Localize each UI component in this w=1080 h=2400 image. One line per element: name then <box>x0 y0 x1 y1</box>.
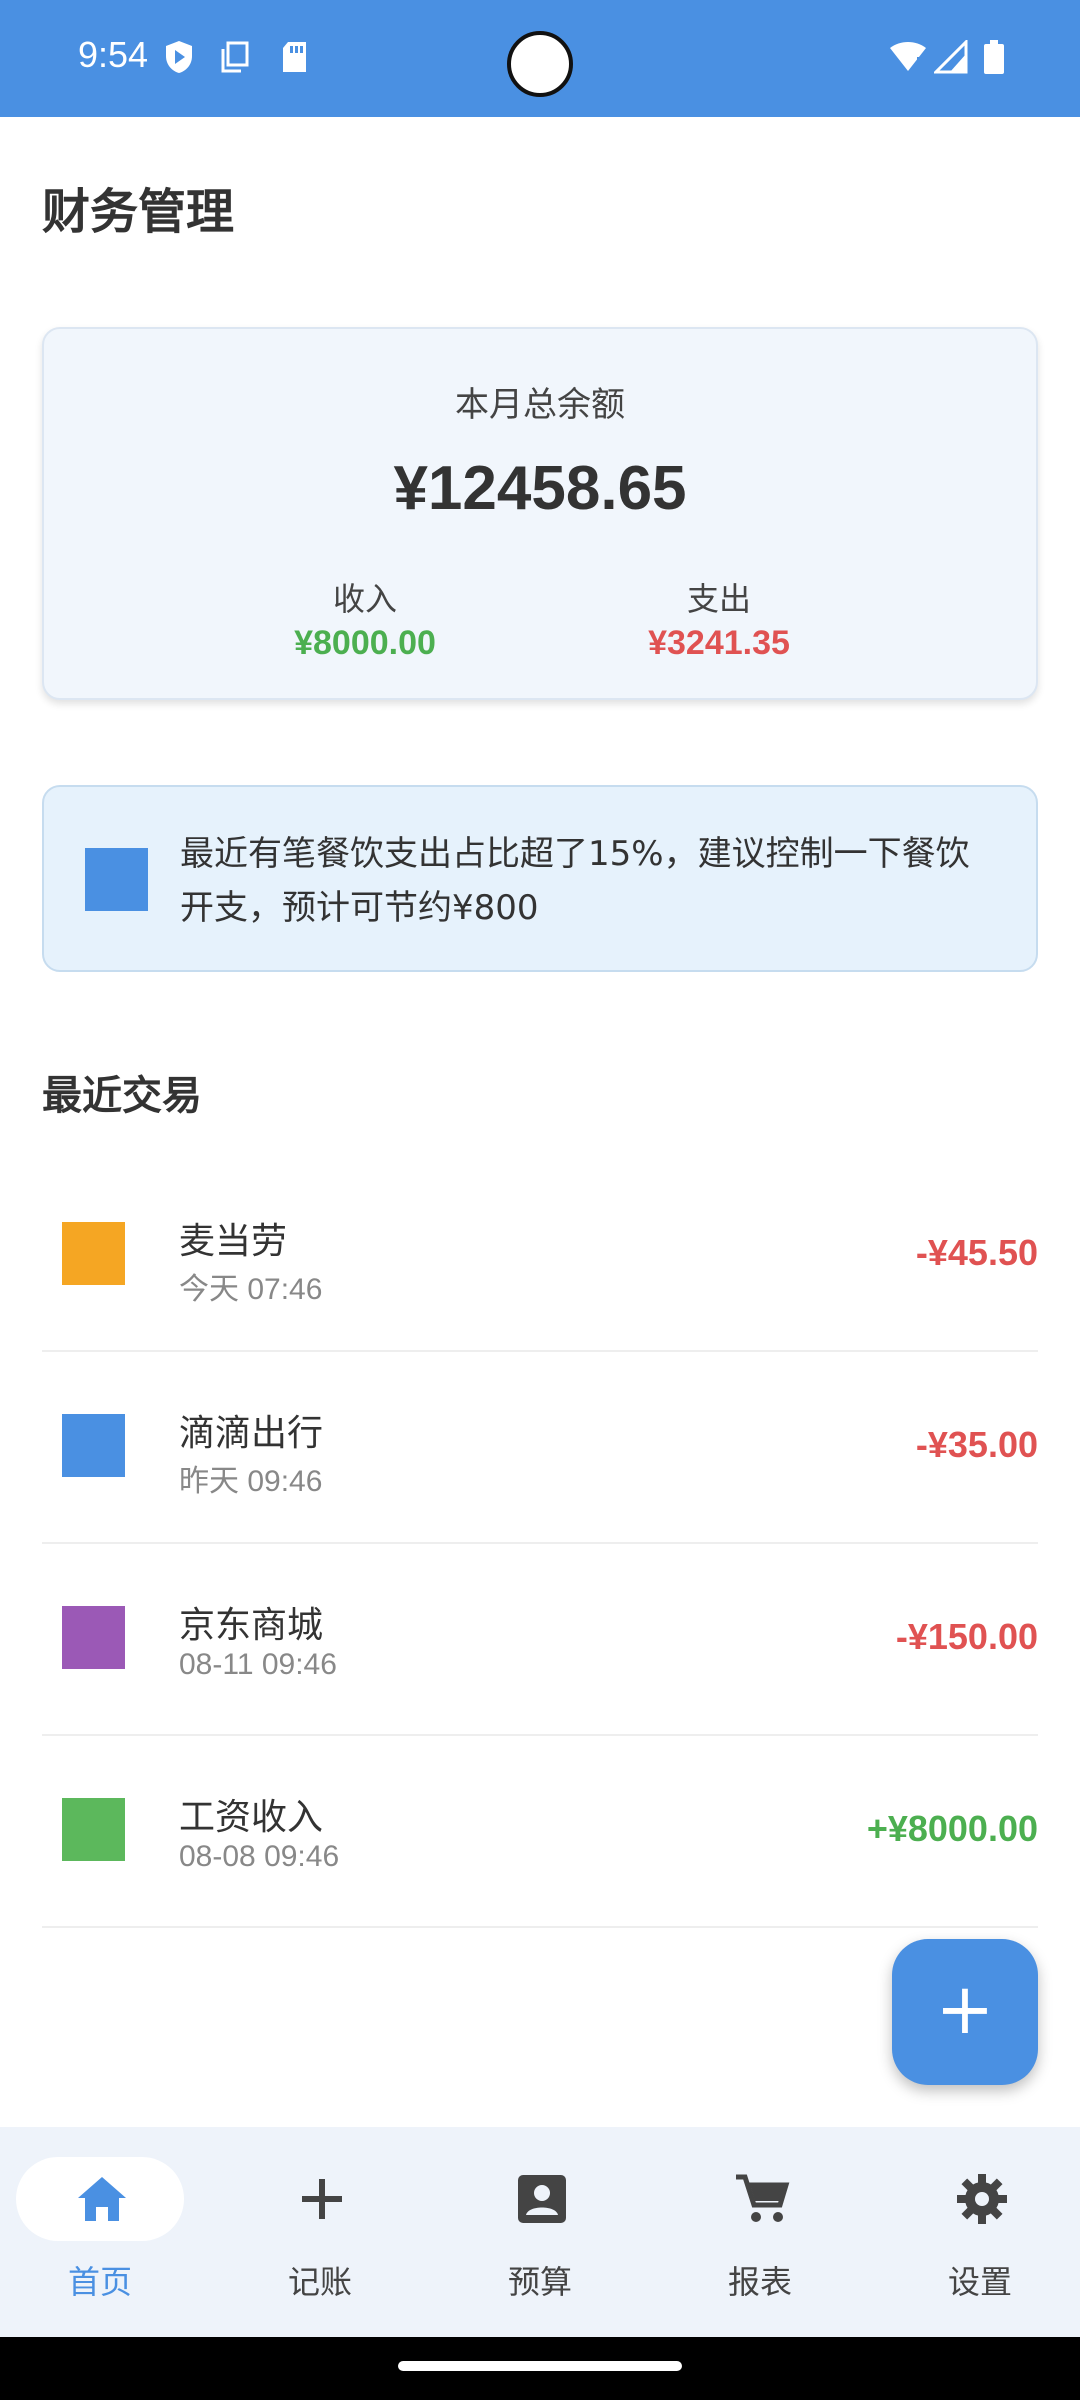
gesture-area <box>0 2337 1080 2400</box>
transaction-row[interactable]: 滴滴出行 昨天 09:46 -¥35.00 <box>42 1352 1038 1544</box>
nav-item-budget[interactable]: 预算 <box>440 2127 656 2337</box>
expense-value: ¥3241.35 <box>648 624 790 662</box>
status-bar: 9:54 <box>0 0 1080 117</box>
transaction-name: 麦当劳 <box>179 1221 288 1262</box>
home-gesture-handle[interactable] <box>398 2361 682 2371</box>
transaction-icon <box>62 1414 125 1477</box>
page-title: 财务管理 <box>42 184 235 240</box>
income-label: 收入 <box>332 580 397 618</box>
bottom-nav: 首页 记账 预算 报表 设置 <box>0 2127 1080 2337</box>
nav-item-home[interactable]: 首页 <box>0 2127 216 2337</box>
add-transaction-button[interactable]: + <box>892 1939 1038 2085</box>
sd-card-icon <box>283 42 306 72</box>
nav-item-settings[interactable]: 设置 <box>880 2127 1080 2337</box>
nav-label: 预算 <box>507 2263 572 2301</box>
nav-label: 设置 <box>947 2263 1012 2301</box>
camera-cutout <box>507 31 573 97</box>
nav-label: 记账 <box>287 2263 352 2301</box>
transaction-amount: +¥8000.00 <box>866 1808 1038 1849</box>
transaction-icon <box>62 1798 125 1861</box>
plus-icon: + <box>935 1968 995 2050</box>
transaction-row[interactable]: 京东商城 08-11 09:46 -¥150.00 <box>42 1544 1038 1736</box>
expense-summary: 支出 ¥3241.35 <box>569 574 869 663</box>
transaction-amount: -¥150.00 <box>895 1616 1038 1657</box>
nav-item-reports[interactable]: 报表 <box>660 2127 876 2337</box>
contact-card-icon <box>518 2175 566 2223</box>
transaction-time: 08-08 09:46 <box>179 1840 340 1873</box>
cart-icon <box>736 2174 790 2222</box>
transaction-time: 今天 07:46 <box>179 1273 323 1306</box>
nav-item-record[interactable]: 记账 <box>220 2127 436 2337</box>
home-icon <box>78 2177 126 2221</box>
status-time: 9:54 <box>78 34 149 75</box>
play-shield-icon <box>166 41 192 73</box>
nav-label: 首页 <box>67 2263 132 2301</box>
tip-icon <box>85 848 148 911</box>
tip-card[interactable]: 最近有笔餐饮支出占比超了15%，建议控制一下餐饮开支，预计可节约¥800 <box>42 785 1038 972</box>
gear-icon <box>957 2174 1007 2224</box>
balance-amount: ¥12458.65 <box>393 454 687 523</box>
transaction-name: 滴滴出行 <box>179 1413 324 1454</box>
transaction-row[interactable]: 工资收入 08-08 09:46 +¥8000.00 <box>42 1736 1038 1928</box>
transaction-amount: -¥35.00 <box>915 1424 1038 1465</box>
transaction-icon <box>62 1222 125 1285</box>
cell-signal-icon <box>934 40 968 74</box>
battery-icon <box>984 40 1004 74</box>
copy-icon <box>221 41 249 73</box>
wifi-icon <box>890 42 926 73</box>
nav-label: 报表 <box>727 2263 792 2301</box>
income-value: ¥8000.00 <box>294 624 436 662</box>
balance-card: 本月总余额 ¥12458.65 收入 ¥8000.00 支出 ¥3241.35 <box>42 327 1038 700</box>
transaction-name: 工资收入 <box>179 1797 324 1838</box>
transaction-time: 昨天 09:46 <box>179 1465 323 1498</box>
plus-icon <box>302 2179 342 2219</box>
balance-label: 本月总余额 <box>455 385 625 425</box>
transaction-name: 京东商城 <box>179 1605 324 1646</box>
section-title-recent: 最近交易 <box>42 1073 202 1119</box>
transaction-amount: -¥45.50 <box>915 1232 1038 1273</box>
transaction-icon <box>62 1606 125 1669</box>
transaction-time: 08-11 09:46 <box>179 1648 337 1681</box>
income-summary: 收入 ¥8000.00 <box>215 574 515 663</box>
tip-text: 最近有笔餐饮支出占比超了15%，建议控制一下餐饮开支，预计可节约¥800 <box>180 834 970 928</box>
transaction-list: 麦当劳 今天 07:46 -¥45.50 滴滴出行 昨天 09:46 -¥35.… <box>42 1160 1038 1928</box>
transaction-row[interactable]: 麦当劳 今天 07:46 -¥45.50 <box>42 1160 1038 1352</box>
expense-label: 支出 <box>686 580 751 618</box>
